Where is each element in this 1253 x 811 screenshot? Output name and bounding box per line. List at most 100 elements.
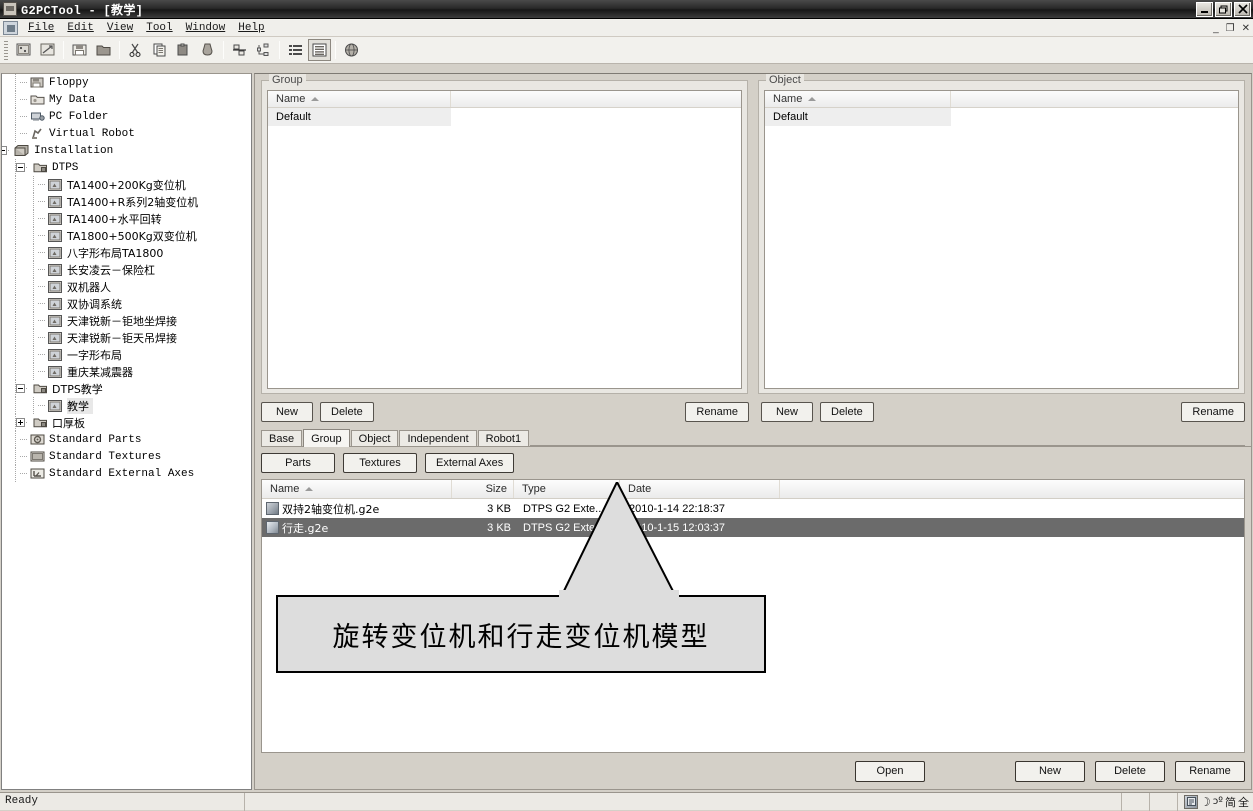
group-rename-button[interactable]: Rename [685, 402, 749, 422]
collapse-icon[interactable] [1, 146, 7, 155]
simplified-mode-icon[interactable]: 简 [1225, 794, 1236, 810]
file-column-type[interactable]: Type [514, 480, 620, 498]
object-new-button[interactable]: New [761, 402, 813, 422]
menu-item-view[interactable]: View [101, 21, 140, 35]
object-rename-button[interactable]: Rename [1181, 402, 1245, 422]
object-listview[interactable]: Name Default [764, 90, 1239, 389]
model-icon [47, 195, 63, 209]
tree-item-1[interactable]: My Data [2, 91, 251, 108]
tab-base[interactable]: Base [261, 430, 302, 446]
tree-item-4[interactable]: Installation [2, 142, 251, 159]
file-column-date[interactable]: Date [620, 480, 780, 498]
delete-button[interactable]: Delete [1095, 761, 1165, 782]
collapse-icon[interactable] [16, 163, 25, 172]
tab-group[interactable]: Group [303, 429, 350, 447]
app-icon [3, 2, 17, 16]
tree-item-label: Installation [34, 145, 117, 157]
mdi-minimize-button[interactable]: _ [1213, 23, 1219, 34]
textures-button[interactable]: Textures [343, 453, 417, 473]
tree-item-3[interactable]: Virtual Robot [2, 125, 251, 142]
menu-item-edit[interactable]: Edit [61, 21, 100, 35]
toolbar-grip[interactable] [4, 41, 8, 60]
globe-icon[interactable] [340, 39, 363, 61]
group-column-name[interactable]: Name [268, 91, 451, 107]
paste-icon[interactable] [172, 39, 195, 61]
object-column-name[interactable]: Name [765, 91, 951, 107]
copy-icon[interactable] [148, 39, 171, 61]
tree-item-21[interactable]: Standard Parts [2, 431, 251, 448]
tree-item-13[interactable]: 双协调系统 [2, 295, 251, 312]
document-system-icon[interactable] [3, 21, 18, 35]
model-icon [47, 297, 63, 311]
tree-item-20[interactable]: 口厚板 [2, 414, 251, 431]
tree-item-10[interactable]: 八字形布局TA1800 [2, 244, 251, 261]
close-button[interactable] [1234, 2, 1251, 17]
align-icon[interactable] [228, 39, 251, 61]
tree-item-5[interactable]: DTPS [2, 159, 251, 176]
folder-icon[interactable] [92, 39, 115, 61]
group-row-default[interactable]: Default [268, 108, 741, 126]
group-new-button[interactable]: New [261, 402, 313, 422]
external-axes-button[interactable]: External Axes [425, 453, 514, 473]
delete-icon[interactable] [196, 39, 219, 61]
tree-item-22[interactable]: Standard Textures [2, 448, 251, 465]
object-delete-button[interactable]: Delete [820, 402, 874, 422]
tree-item-19[interactable]: 教学 [2, 397, 251, 414]
menu-item-help[interactable]: Help [232, 21, 271, 35]
pinyin-icon[interactable]: ɔº [1213, 796, 1223, 807]
object-row-default[interactable]: Default [765, 108, 1238, 126]
tree-item-7[interactable]: TA1400+R系列2轴变位机 [2, 193, 251, 210]
rename-button[interactable]: Rename [1175, 761, 1245, 782]
expand-icon[interactable] [16, 418, 25, 427]
file-column-name[interactable]: Name [262, 480, 452, 498]
tab-robot1[interactable]: Robot1 [478, 430, 529, 446]
tree-item-14[interactable]: 天津锐新－钜地坐焊接 [2, 312, 251, 329]
tree-item-2[interactable]: PC Folder [2, 108, 251, 125]
group-delete-button[interactable]: Delete [320, 402, 374, 422]
mdi-restore-button[interactable]: ❐ [1226, 23, 1235, 34]
collapse-icon[interactable] [16, 384, 25, 393]
tab-independent[interactable]: Independent [399, 430, 476, 446]
cut-icon[interactable] [124, 39, 147, 61]
tree-view[interactable]: FloppyMy DataPC FolderVirtual Robot Insta… [1, 73, 252, 790]
tree-item-23[interactable]: Standard External Axes [2, 465, 251, 482]
moon-icon[interactable]: ☽ [1200, 795, 1211, 809]
mdi-close-button[interactable]: ✕ [1242, 23, 1250, 34]
tree-indent-guide [2, 74, 29, 91]
tree-item-12[interactable]: 双机器人 [2, 278, 251, 295]
tree-item-17[interactable]: 重庆某减震器 [2, 363, 251, 380]
tab-object[interactable]: Object [351, 430, 399, 446]
open-button[interactable]: Open [855, 761, 925, 782]
file-row-date: 2010-1-14 22:18:37 [623, 503, 783, 515]
new-button[interactable]: New [1015, 761, 1085, 782]
menu-item-window[interactable]: Window [180, 21, 233, 35]
file-column-size[interactable]: Size [452, 480, 514, 498]
list-view-icon[interactable] [284, 39, 307, 61]
ime-icon[interactable] [1184, 795, 1198, 809]
tree-item-16[interactable]: 一字形布局 [2, 346, 251, 363]
maximize-button[interactable] [1215, 2, 1232, 17]
fullwidth-mode-icon[interactable]: 全 [1238, 794, 1249, 810]
main-panel: Group Name Default [254, 73, 1252, 790]
file-row[interactable]: 双持2轴变位机.g2e 3 KB DTPS G2 Exte.. 2010-1-1… [262, 499, 1244, 518]
tree-icon[interactable] [252, 39, 275, 61]
tree-item-15[interactable]: 天津锐新－钜天吊焊接 [2, 329, 251, 346]
tree-item-6[interactable]: TA1400+200Kg变位机 [2, 176, 251, 193]
tree-item-0[interactable]: Floppy [2, 74, 251, 91]
menu-item-tool[interactable]: Tool [140, 21, 179, 35]
details-view-icon[interactable] [308, 39, 331, 61]
minimize-button[interactable] [1196, 2, 1213, 17]
open-project-icon[interactable] [36, 39, 59, 61]
file-listview[interactable]: Name Size Type Date 双持2轴变位机.g2e 3 KB DT [261, 479, 1245, 753]
group-listview[interactable]: Name Default [267, 90, 742, 389]
model-icon [47, 331, 63, 345]
tree-item-8[interactable]: TA1400+水平回转 [2, 210, 251, 227]
tree-item-18[interactable]: DTPS教学 [2, 380, 251, 397]
parts-button[interactable]: Parts [261, 453, 335, 473]
file-row-selected[interactable]: 行走.g2e 3 KB DTPS G2 Exte.. 2010-1-15 12:… [262, 518, 1244, 537]
save-icon[interactable] [68, 39, 91, 61]
tree-item-9[interactable]: TA1800+500Kg双变位机 [2, 227, 251, 244]
new-project-icon[interactable] [12, 39, 35, 61]
menu-item-file[interactable]: File [22, 21, 61, 35]
tree-item-11[interactable]: 长安凌云－保险杠 [2, 261, 251, 278]
